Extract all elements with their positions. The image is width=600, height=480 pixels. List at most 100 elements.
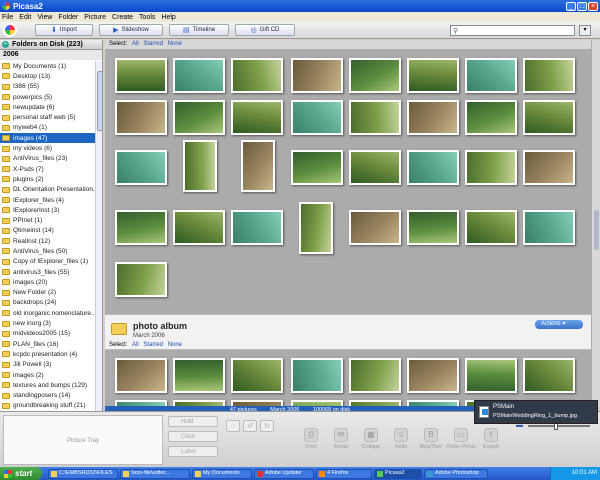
sidebar-folder-item[interactable]: textures and bumps (129)	[0, 380, 95, 390]
sidebar-folder-item[interactable]: Jill Powell (3)	[0, 360, 95, 370]
sidebar-folder-item[interactable]: backdrops (24)	[0, 298, 95, 308]
menu-file[interactable]: File	[2, 14, 13, 21]
sidebar-folder-item[interactable]: images (47)	[0, 133, 95, 144]
photo-thumbnail[interactable]	[173, 58, 225, 93]
sidebar-folder-item[interactable]: new inorg (3)	[0, 318, 95, 328]
folders-header[interactable]: – Folders on Disk (223)	[0, 40, 102, 50]
hold-button[interactable]: Hold	[168, 416, 218, 427]
label-button[interactable]: Label	[168, 446, 218, 457]
select-none-link[interactable]: None	[168, 41, 182, 47]
photo-thumbnail[interactable]	[407, 150, 459, 185]
photo-thumbnail[interactable]	[291, 358, 343, 393]
photo-thumbnail[interactable]	[523, 58, 575, 93]
sidebar-folder-item[interactable]: images (20)	[0, 277, 95, 287]
search-box[interactable]: ⚲	[450, 25, 575, 36]
photo-thumbnail[interactable]	[231, 100, 283, 135]
taskbar-item[interactable]: Adobe Photoshop	[424, 468, 488, 479]
sidebar-folder-item[interactable]: RealInst (12)	[0, 236, 95, 246]
photo-thumbnail[interactable]	[349, 150, 401, 185]
select-all-link[interactable]: All	[132, 41, 139, 47]
close-button[interactable]: ×	[588, 1, 598, 11]
email-button[interactable]: ✉ Email	[326, 428, 356, 450]
taskbar-item[interactable]: My Documents	[192, 468, 252, 479]
sidebar-folder-item[interactable]: My Documents (1)	[0, 61, 95, 71]
sidebar-folder-item[interactable]: Desktop (13)	[0, 71, 95, 81]
photo-thumbnail[interactable]	[173, 100, 225, 135]
export-button[interactable]: ⇪ Export	[476, 428, 506, 450]
minimize-button[interactable]: _	[566, 1, 576, 11]
photo-thumbnail[interactable]	[231, 210, 283, 245]
photo-thumbnail[interactable]	[115, 262, 167, 297]
photo-thumbnail[interactable]	[115, 358, 167, 393]
photo-thumbnail[interactable]	[407, 210, 459, 245]
sidebar-folder-item[interactable]: I386 (55)	[0, 82, 95, 92]
sidebar-folder-item[interactable]: PPInet (1)	[0, 215, 95, 225]
photo-thumbnail[interactable]	[465, 58, 517, 93]
slideshow-button[interactable]: ▶ Slideshow	[99, 24, 163, 36]
sidebar-folder-item[interactable]: AntiVirus_files (50)	[0, 246, 95, 256]
sidebar-folder-item[interactable]: midvideos2005 (15)	[0, 329, 95, 339]
photo-thumbnail[interactable]	[115, 210, 167, 245]
print-button[interactable]: ⎙ Print	[296, 428, 326, 450]
photo-thumbnail[interactable]	[299, 202, 333, 254]
sidebar-folder-item[interactable]: powerpics (5)	[0, 92, 95, 102]
select-none-link[interactable]: None	[168, 342, 182, 348]
clear-button[interactable]: Clear	[168, 431, 218, 442]
photo-thumbnail[interactable]	[241, 140, 275, 192]
select-all-link[interactable]: All	[132, 342, 139, 348]
photo-thumbnail[interactable]	[231, 358, 283, 393]
sidebar-folder-item[interactable]: Copy of IExplorer_files (1)	[0, 257, 95, 267]
sidebar-folder-item[interactable]: kcpdc presentation (4)	[0, 349, 95, 359]
sidebar-folder-item[interactable]: AntiVirus_files (23)	[0, 154, 95, 164]
taskbar-item[interactable]: Adobe Updater	[254, 468, 314, 479]
sidebar-folder-item[interactable]: newupdate (6)	[0, 102, 95, 112]
sidebar-folder-item[interactable]: IExplorer_files (4)	[0, 195, 95, 205]
sidebar-folder-item[interactable]: groundbreaking stuff (21)	[0, 401, 95, 411]
photo-thumbnail[interactable]	[115, 58, 167, 93]
photo-thumbnail[interactable]	[465, 150, 517, 185]
sidebar-folder-item[interactable]: antivirus3_files (55)	[0, 267, 95, 277]
sidebar-folder-item[interactable]: plugins (2)	[0, 174, 95, 184]
menu-edit[interactable]: Edit	[19, 14, 31, 21]
photo-thumbnail[interactable]	[349, 100, 401, 135]
photo-thumbnail[interactable]	[231, 58, 283, 93]
sidebar-folder-item[interactable]: X-Psds (7)	[0, 164, 95, 174]
photo-thumbnail[interactable]	[173, 210, 225, 245]
main-scroll-thumb[interactable]	[594, 210, 599, 250]
menu-tools[interactable]: Tools	[139, 14, 155, 21]
sidebar-folder-item[interactable]: DL Orientation Presentation...	[0, 185, 95, 195]
search-dropdown-button[interactable]: ▾	[579, 25, 591, 36]
gift-cd-button[interactable]: ◎ Gift CD	[235, 24, 295, 36]
rotate-left-icon[interactable]: ↺	[243, 420, 257, 432]
photo-thumbnail[interactable]	[523, 210, 575, 245]
photo-thumbnail[interactable]	[115, 100, 167, 135]
photo-thumbnail[interactable]	[407, 100, 459, 135]
photo-thumbnail[interactable]	[349, 210, 401, 245]
menu-help[interactable]: Help	[161, 14, 175, 21]
sidebar-folder-item[interactable]: New Folder (2)	[0, 288, 95, 298]
photo-thumbnail[interactable]	[291, 150, 343, 185]
photo-thumbnail[interactable]	[173, 358, 225, 393]
sidebar-folder-item[interactable]: old inorganic nomenclature...	[0, 308, 95, 318]
timeline-button[interactable]: ▤ Timeline	[169, 24, 229, 36]
sidebar-folder-item[interactable]: personal staff web (5)	[0, 112, 95, 122]
blogthis-button[interactable]: B BlogThis!	[416, 428, 446, 450]
rotate-right-icon[interactable]: ↻	[260, 420, 274, 432]
sidebar-scroll-thumb[interactable]	[97, 71, 102, 131]
collapse-icon[interactable]: –	[2, 41, 9, 48]
order-prints-button[interactable]: ▭ Order Prints	[446, 428, 476, 450]
photo-thumbnail[interactable]	[465, 100, 517, 135]
photo-thumbnail[interactable]	[407, 58, 459, 93]
taskbar-item[interactable]: \\xxx-file\edtec...	[120, 468, 190, 479]
photo-thumbnail[interactable]	[523, 150, 575, 185]
pin-icon[interactable]: ◌	[226, 420, 240, 432]
file-popup[interactable]: PSMain PSMainWeddingRing_1_bump.jpg	[474, 400, 598, 424]
sidebar-folder-item[interactable]: standingposers (14)	[0, 391, 95, 401]
hello-button[interactable]: ☺ Hello	[386, 428, 416, 450]
photo-thumbnail[interactable]	[183, 140, 217, 192]
menu-create[interactable]: Create	[112, 14, 133, 21]
import-button[interactable]: ⬇ Import	[35, 24, 93, 36]
main-scrollbar[interactable]	[591, 40, 600, 406]
taskbar-item[interactable]: 4 Firefox	[316, 468, 372, 479]
photo-thumbnail[interactable]	[291, 100, 343, 135]
